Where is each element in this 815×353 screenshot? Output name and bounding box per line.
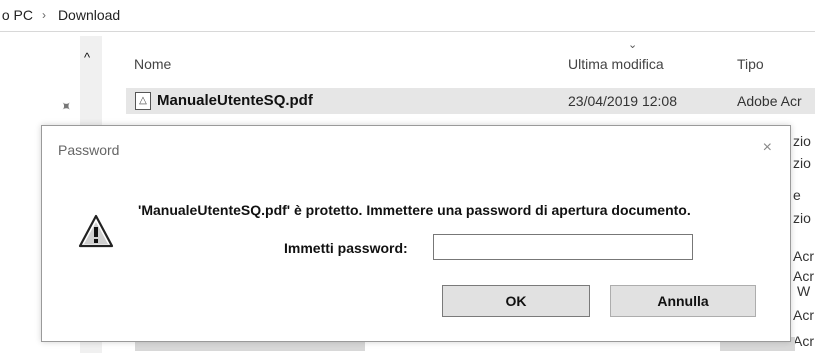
- dialog-message: 'ManualeUtenteSQ.pdf' è protetto. Immett…: [138, 202, 691, 218]
- column-header-modified[interactable]: Ultima modifica: [568, 56, 664, 72]
- breadcrumb-download[interactable]: Download: [55, 7, 120, 23]
- type-fragment: Acr: [793, 268, 814, 284]
- pdf-file-icon: △: [135, 92, 151, 110]
- ok-button[interactable]: OK: [442, 285, 590, 317]
- file-name[interactable]: ManualeUtenteSQ.pdf: [157, 92, 313, 109]
- type-fragment: W: [797, 283, 811, 299]
- dialog-title: Password: [58, 142, 120, 158]
- breadcrumb-separator: ›: [41, 8, 46, 22]
- breadcrumb: ​ o PC › Download: [0, 0, 815, 30]
- type-fragment: e: [793, 187, 801, 203]
- file-type: Adobe Acr: [737, 93, 802, 109]
- file-modified: 23/04/2019 12:08: [568, 93, 677, 109]
- close-icon[interactable]: ×: [763, 139, 772, 157]
- type-fragment: Acr: [793, 248, 814, 264]
- password-label: Immetti password:: [284, 240, 408, 256]
- type-fragment: Acr: [793, 333, 814, 349]
- type-fragment: zio: [793, 210, 811, 226]
- password-input[interactable]: [433, 234, 693, 260]
- password-dialog: Password × 'ManualeUtenteSQ.pdf' è prote…: [41, 125, 791, 342]
- type-fragment: Acr: [793, 307, 814, 323]
- warning-icon: [78, 214, 114, 248]
- breadcrumb-this-pc[interactable]: ​ o PC: [0, 7, 33, 23]
- column-header-name[interactable]: Nome: [134, 56, 171, 72]
- dialog-body: 'ManualeUtenteSQ.pdf' è protetto. Immett…: [42, 172, 790, 341]
- chevron-up-icon[interactable]: ^: [84, 50, 90, 65]
- type-fragment: zio: [793, 155, 811, 171]
- sort-caret-icon: ⌄: [628, 39, 638, 51]
- cancel-button[interactable]: Annulla: [610, 285, 756, 317]
- address-divider: [0, 31, 815, 32]
- type-fragment: zio: [793, 133, 811, 149]
- pin-icon[interactable]: ✦: [56, 96, 76, 116]
- column-header-type[interactable]: Tipo: [737, 56, 764, 72]
